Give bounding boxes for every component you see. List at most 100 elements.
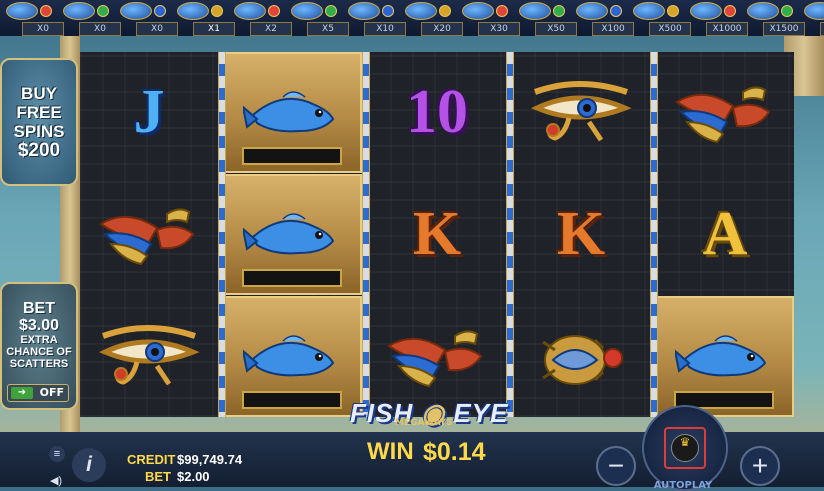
gem-icon <box>667 5 679 17</box>
multiplier-fish-icon <box>804 2 824 20</box>
ante-bet-amount: $3.00 <box>18 317 60 334</box>
increase-bet-button[interactable]: + <box>740 446 780 486</box>
multiplier-icons-row <box>0 0 824 22</box>
win-label: WIN <box>367 438 414 465</box>
logo-word-2: EYE <box>453 398 509 428</box>
ante-desc-3: SCATTERS <box>9 358 69 370</box>
winged-scarab-symbol <box>675 85 771 143</box>
info-icon[interactable]: i <box>72 448 106 482</box>
fish-symbol <box>243 212 335 254</box>
spin-button[interactable]: ♛ <box>642 405 728 491</box>
ante-desc-1: EXTRA <box>20 334 58 346</box>
multiplier-fish-icon <box>633 2 665 20</box>
buy-free-spins-button[interactable]: BUY FREE SPINS $200 <box>0 58 78 186</box>
gem-icon <box>325 5 337 17</box>
ante-bet-label: BET <box>23 300 55 317</box>
menu-icon[interactable]: ≡ <box>49 446 65 462</box>
fish-symbol <box>243 90 335 132</box>
eye-of-horus-symbol <box>98 324 200 385</box>
letter-symbol: 10 <box>406 78 468 146</box>
reels-area: J 10 K K A <box>80 52 794 417</box>
reel-cell: A <box>656 174 794 295</box>
reel-column <box>224 52 362 417</box>
reel-cell: K <box>368 174 506 295</box>
multiplier-row: X0 X0 X0 X1 X2 X5 X10 X20 X30 X50 X100 X500 X1000 X15… <box>0 22 824 36</box>
winged-scarab-symbol <box>99 207 195 265</box>
letter-symbol: J <box>133 78 165 146</box>
multiplier-cell: X10 <box>364 22 406 36</box>
gem-icon <box>40 5 52 17</box>
reel-column: 10 K <box>368 52 506 417</box>
toggle-state-label: OFF <box>39 386 64 399</box>
reel-column: J <box>80 52 218 417</box>
winged-scarab-symbol <box>387 329 483 387</box>
multiplier-fish-icon <box>177 2 209 20</box>
reel-divider <box>218 52 226 417</box>
multiplier-fish-icon <box>690 2 722 20</box>
logo-subtitle: MEGAWAYS <box>395 418 453 428</box>
buy-price: $200 <box>17 140 61 161</box>
eye-of-horus-symbol <box>530 80 632 141</box>
reel-cell: 10 <box>368 52 506 173</box>
multiplier-fish-icon <box>747 2 779 20</box>
money-value-plate <box>242 391 342 409</box>
gem-icon <box>154 5 166 17</box>
gem-icon <box>211 5 223 17</box>
reel-cell <box>80 296 218 417</box>
sound-icon[interactable]: ◀) <box>47 473 65 487</box>
multiplier-cell: X2 <box>250 22 292 36</box>
credit-value: $99,749.74 <box>177 452 243 467</box>
bet-label: BET <box>145 469 171 484</box>
multiplier-cell: X0 <box>22 22 64 36</box>
gem-icon <box>781 5 793 17</box>
reel-cell <box>224 52 362 173</box>
bet-value: $2.00 <box>177 469 210 484</box>
multiplier-fish-icon <box>462 2 494 20</box>
reel-cell <box>656 52 794 173</box>
multiplier-cell: X100 <box>592 22 634 36</box>
multiplier-fish-icon <box>6 2 38 20</box>
reel-cell <box>80 174 218 295</box>
multiplier-fish-icon <box>120 2 152 20</box>
multiplier-fish-icon <box>348 2 380 20</box>
reel-column: A <box>656 52 794 417</box>
multiplier-cell: X1500 <box>763 22 805 36</box>
gem-icon <box>610 5 622 17</box>
reel-cell: K <box>512 174 650 295</box>
fish-symbol <box>675 334 767 376</box>
reel-cell <box>656 296 794 417</box>
gem-icon <box>553 5 565 17</box>
multiplier-cell: X50 <box>535 22 577 36</box>
autoplay-label[interactable]: AUTOPLAY <box>648 480 718 491</box>
reel-cell <box>224 174 362 295</box>
multiplier-cell: X1 <box>193 22 235 36</box>
multiplier-bar: X0 X0 X0 X1 X2 X5 X10 X20 X30 X50 X100 X500 X1000 X15… <box>0 0 824 36</box>
money-value-plate <box>242 147 342 165</box>
reel-cell <box>512 296 650 417</box>
multiplier-fish-icon <box>405 2 437 20</box>
extra-chance-panel: BET $3.00 EXTRA CHANCE OF SCATTERS ➜ OFF <box>0 282 78 410</box>
multiplier-cell: X30 <box>478 22 520 36</box>
letter-symbol: K <box>412 200 462 268</box>
gem-icon <box>496 5 508 17</box>
arrow-right-icon: ➜ <box>11 387 33 399</box>
reel-cell: J <box>80 52 218 173</box>
gorilla-crown-icon: ♛ <box>671 434 699 462</box>
multiplier-fish-icon <box>576 2 608 20</box>
win-value: $0.14 <box>423 438 486 466</box>
multiplier-fish-icon <box>519 2 551 20</box>
multiplier-cell: X20 <box>421 22 463 36</box>
letter-symbol: A <box>702 200 748 268</box>
gem-icon <box>724 5 736 17</box>
multiplier-cell: X1000 <box>706 22 748 36</box>
buy-line-2: FREE <box>16 103 62 122</box>
decrease-bet-button[interactable]: − <box>596 446 636 486</box>
multiplier-cell: X2 <box>820 22 824 36</box>
spin-target-frame: ♛ <box>664 427 706 469</box>
gem-icon <box>268 5 280 17</box>
letter-symbol: K <box>556 200 606 268</box>
reel-divider <box>506 52 514 417</box>
ante-bet-toggle[interactable]: ➜ OFF <box>7 384 69 402</box>
reel-divider <box>650 52 658 417</box>
gem-icon <box>439 5 451 17</box>
